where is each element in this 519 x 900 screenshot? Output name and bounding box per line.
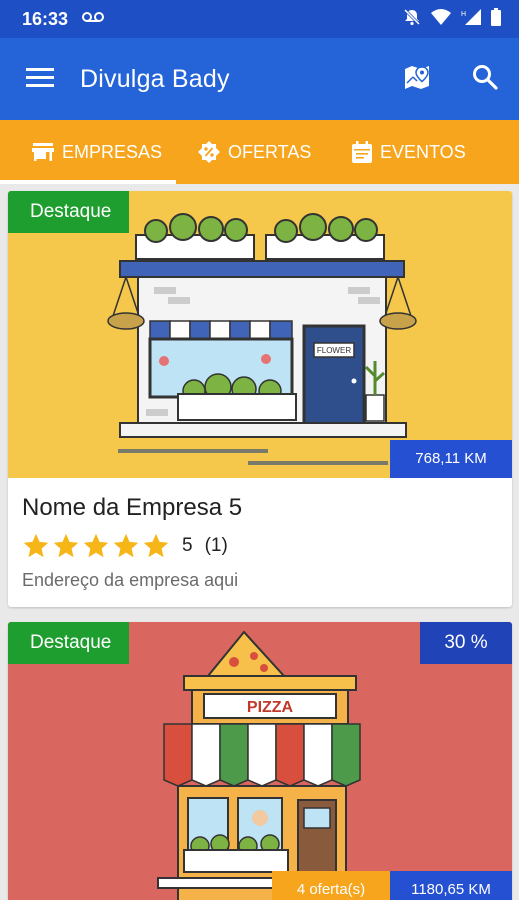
- company-image: FLOWER Destaque 768,11 KM: [8, 191, 512, 478]
- status-bar: 16:33 H: [0, 0, 519, 38]
- company-card[interactable]: FLOWER Destaque 768,11 KM Nome da Empres…: [8, 191, 512, 607]
- svg-text:H: H: [461, 11, 466, 18]
- menu-button[interactable]: [0, 38, 80, 120]
- star-icon: [23, 533, 49, 558]
- card-body: Nome da Empresa 5 5 (1) Endereço da empr…: [8, 478, 512, 607]
- rating-stars: [22, 532, 170, 560]
- company-card[interactable]: PIZZA Destaque 30 % 4 oferta(s) 1180,65 …: [8, 622, 512, 900]
- notifications-off-icon: [403, 8, 421, 31]
- menu-icon: [26, 67, 54, 92]
- tab-label: EMPRESAS: [62, 141, 163, 162]
- offers-badge[interactable]: 4 oferta(s): [272, 871, 390, 900]
- company-address: Endereço da empresa aqui: [22, 570, 239, 590]
- shop-sign: PIZZA: [247, 699, 294, 716]
- tab-label: OFERTAS: [228, 141, 312, 162]
- app-bar: Divulga Bady: [0, 38, 519, 120]
- tab-eventos[interactable]: EVENTOS: [352, 120, 492, 184]
- search-button[interactable]: [451, 38, 519, 120]
- tab-label: EVENTOS: [380, 141, 466, 162]
- featured-badge: Destaque: [8, 191, 130, 233]
- tab-empresas[interactable]: EMPRESAS: [0, 120, 176, 184]
- calendar-icon: [352, 141, 372, 163]
- svg-text:FLOWER: FLOWER: [317, 346, 351, 355]
- company-image: PIZZA Destaque 30 % 4 oferta(s) 1180,65 …: [8, 622, 512, 900]
- map-button[interactable]: [383, 38, 451, 120]
- search-icon: [472, 64, 498, 95]
- star-icon: [83, 533, 109, 558]
- signal-icon: H: [461, 8, 481, 30]
- store-icon: [32, 142, 54, 162]
- tab-bar: EMPRESAS OFERTAS EVENTOS: [0, 120, 519, 184]
- voicemail-icon: [82, 10, 105, 28]
- tab-ofertas[interactable]: OFERTAS: [198, 120, 338, 184]
- distance-badge: 768,11 KM: [390, 440, 512, 478]
- rating-row: 5 (1): [22, 532, 498, 560]
- rating-value: 5: [182, 535, 193, 556]
- star-icon: [53, 533, 79, 558]
- star-icon: [143, 533, 169, 558]
- status-time: 16:33: [22, 8, 69, 29]
- map-icon: [403, 63, 431, 96]
- rating-count: (1): [204, 535, 228, 556]
- discount-icon: [198, 141, 220, 163]
- company-feed[interactable]: FLOWER Destaque 768,11 KM Nome da Empres…: [0, 184, 519, 900]
- wifi-icon: [431, 8, 451, 30]
- discount-badge: 30 %: [420, 622, 512, 664]
- featured-badge: Destaque: [8, 622, 130, 664]
- distance-badge: 1180,65 KM: [390, 871, 512, 900]
- star-icon: [113, 533, 139, 558]
- flower-shop-illustration: FLOWER: [107, 213, 417, 465]
- company-name: Nome da Empresa 5: [22, 494, 243, 521]
- app-title: Divulga Bady: [80, 64, 230, 93]
- battery-icon: [491, 7, 501, 31]
